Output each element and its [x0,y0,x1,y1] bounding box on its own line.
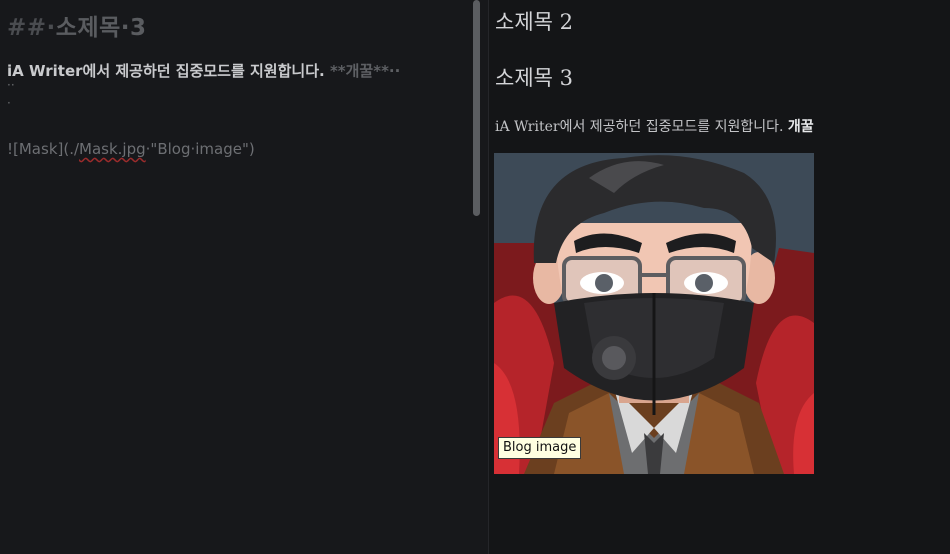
editor-scrollbar[interactable] [473,0,480,216]
image-title-tooltip: Blog image [498,437,582,459]
heading-marker: ##· [7,15,56,41]
app-window: ##·소제목·3 iA Writer에서 제공하던 집중모드를 지원합니다. *… [0,0,950,554]
image-markup-prefix: ![Mask](./ [7,140,80,158]
heading-text: 소제목·3 [55,15,147,41]
bold-markup: **개꿀**·· [329,62,401,80]
editor-body-line[interactable]: iA Writer에서 제공하던 집중모드를 지원합니다. **개꿀**·· [7,60,400,81]
preview-paragraph-text: iA Writer에서 제공하던 집중모드를 지원합니다. [495,119,788,135]
preview-paragraph: iA Writer에서 제공하던 집중모드를 지원합니다. 개꿀 [495,116,814,136]
masked-avatar-illustration [494,153,814,474]
editor-whitespace-line[interactable]: ·· [7,78,15,92]
editor-image-line[interactable]: ![Mask](./Mask.jpg·"Blog·image") [7,140,255,158]
preview-heading-2: 소제목 2 [495,10,573,34]
editor-whitespace-line[interactable]: · [7,96,11,110]
preview-bold-text: 개꿀 [787,119,814,135]
body-text: iA Writer에서 제공하던 집중모드를 지원합니다. [7,62,330,80]
markdown-editor[interactable]: ##·소제목·3 iA Writer에서 제공하던 집중모드를 지원합니다. *… [0,0,488,554]
preview-image[interactable] [494,153,814,474]
preview-heading-3: 소제목 3 [495,66,573,90]
image-filename-misspelled: Mask.jpg [79,140,146,158]
image-markup-suffix: ·"Blog·image") [145,140,255,158]
editor-heading-line[interactable]: ##·소제목·3 [7,8,147,42]
markdown-preview: 소제목 2 소제목 3 iA Writer에서 제공하던 집중모드를 지원합니다… [489,0,950,554]
